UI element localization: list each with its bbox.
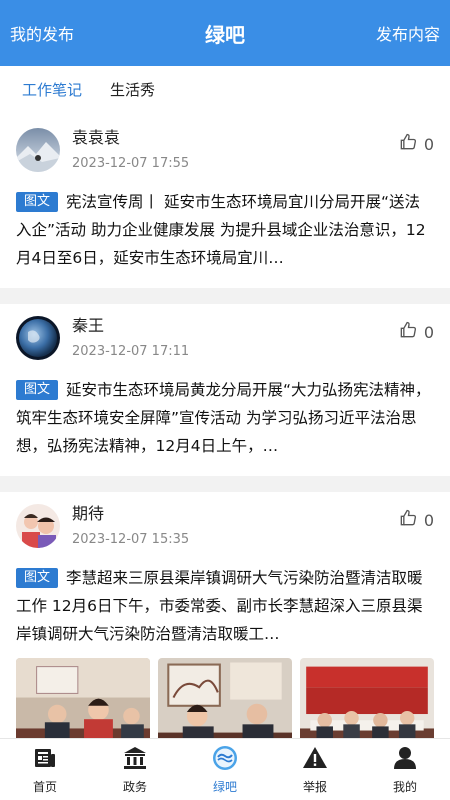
content-type-badge: 图文 (16, 192, 59, 212)
post-image[interactable] (300, 658, 434, 738)
nav-item-green-bar[interactable]: 绿吧 (180, 739, 270, 800)
post-feed[interactable]: 袁袁袁 2023-12-07 17:55 0 图文 宪法宣传周丨 延安市生态环境局… (0, 116, 450, 738)
post-image-gallery (16, 658, 434, 738)
post-image[interactable] (158, 658, 292, 738)
like-count: 0 (423, 510, 434, 530)
nav-item-home[interactable]: 首页 (0, 739, 90, 800)
post-item[interactable]: 袁袁袁 2023-12-07 17:55 0 图文 宪法宣传周丨 延安市生态环境局… (0, 116, 450, 288)
content-type-badge: 图文 (16, 568, 59, 588)
nav-item-report[interactable]: 举报 (270, 739, 360, 800)
category-tabs: 工作笔记 生活秀 (0, 66, 450, 116)
tab-life-show[interactable]: 生活秀 (110, 79, 155, 104)
nav-label: 绿吧 (212, 779, 237, 794)
top-header: 我的发布 绿吧 发布内容 (0, 0, 450, 66)
divider (0, 288, 450, 304)
post-content[interactable]: 图文 宪法宣传周丨 延安市生态环境局宜川分局开展“送法入企”活动 助力企业健康发展… (16, 188, 434, 272)
avatar[interactable] (16, 504, 60, 548)
post-text: 延安市生态环境局黄龙分局开展“大力弘扬宪法精神，筑牢生态环境安全屏障”宣传活动 … (16, 381, 431, 455)
bottom-navigation: 首页 政务 绿吧 举报 我的 (0, 738, 450, 800)
content-type-badge: 图文 (16, 380, 59, 400)
post-item[interactable]: 期待 2023-12-07 15:35 0 图文 李慧超来三原县渠岸镇调研大气污染… (0, 492, 450, 738)
author-name[interactable]: 期待 (72, 502, 189, 526)
author-name[interactable]: 袁袁袁 (72, 126, 189, 150)
post-content[interactable]: 图文 李慧超来三原县渠岸镇调研大气污染防治暨清洁取暖工作 12月6日下午，市委常委… (16, 564, 434, 648)
thumbs-up-icon (398, 320, 418, 344)
avatar[interactable] (16, 316, 60, 360)
app-screen: 我的发布 绿吧 发布内容 工作笔记 生活秀 袁袁袁 2023-12-07 17:… (0, 0, 450, 800)
like-button[interactable]: 0 (398, 508, 434, 532)
user-icon (392, 745, 418, 774)
post-time: 2023-12-07 17:55 (72, 156, 190, 171)
post-content[interactable]: 图文 延安市生态环境局黄龙分局开展“大力弘扬宪法精神，筑牢生态环境安全屏障”宣传活… (16, 376, 434, 460)
post-item[interactable]: 秦王 2023-12-07 17:11 0 图文 延安市生态环境局黄龙分局开展“大… (0, 304, 450, 476)
divider (0, 476, 450, 492)
like-count: 0 (423, 322, 434, 342)
news-icon (32, 745, 58, 774)
page-title: 绿吧 (205, 22, 245, 47)
nav-item-government[interactable]: 政务 (90, 739, 180, 800)
like-count: 0 (423, 134, 434, 154)
nav-item-mine[interactable]: 我的 (360, 739, 450, 800)
nav-label: 首页 (32, 779, 57, 794)
nav-label: 我的 (392, 779, 417, 794)
like-button[interactable]: 0 (398, 320, 434, 344)
avatar[interactable] (16, 128, 60, 172)
thumbs-up-icon (398, 508, 418, 532)
publish-content-button[interactable]: 发布内容 (330, 21, 440, 45)
nav-label: 政务 (122, 779, 147, 794)
my-posts-button[interactable]: 我的发布 (10, 21, 120, 45)
post-text: 李慧超来三原县渠岸镇调研大气污染防治暨清洁取暖工作 12月6日下午，市委常委、副… (16, 569, 423, 643)
post-text: 宪法宣传周丨 延安市生态环境局宜川分局开展“送法入企”活动 助力企业健康发展 为… (16, 193, 426, 267)
warning-icon (302, 745, 328, 774)
government-building-icon (122, 745, 148, 774)
green-bar-logo-icon (212, 745, 238, 774)
like-button[interactable]: 0 (398, 132, 434, 156)
tab-work-notes[interactable]: 工作笔记 (22, 79, 82, 104)
post-image[interactable] (16, 658, 150, 738)
post-time: 2023-12-07 15:35 (72, 532, 190, 547)
thumbs-up-icon (398, 132, 418, 156)
nav-label: 举报 (302, 779, 327, 794)
author-name[interactable]: 秦王 (72, 314, 189, 338)
post-time: 2023-12-07 17:11 (72, 344, 190, 359)
